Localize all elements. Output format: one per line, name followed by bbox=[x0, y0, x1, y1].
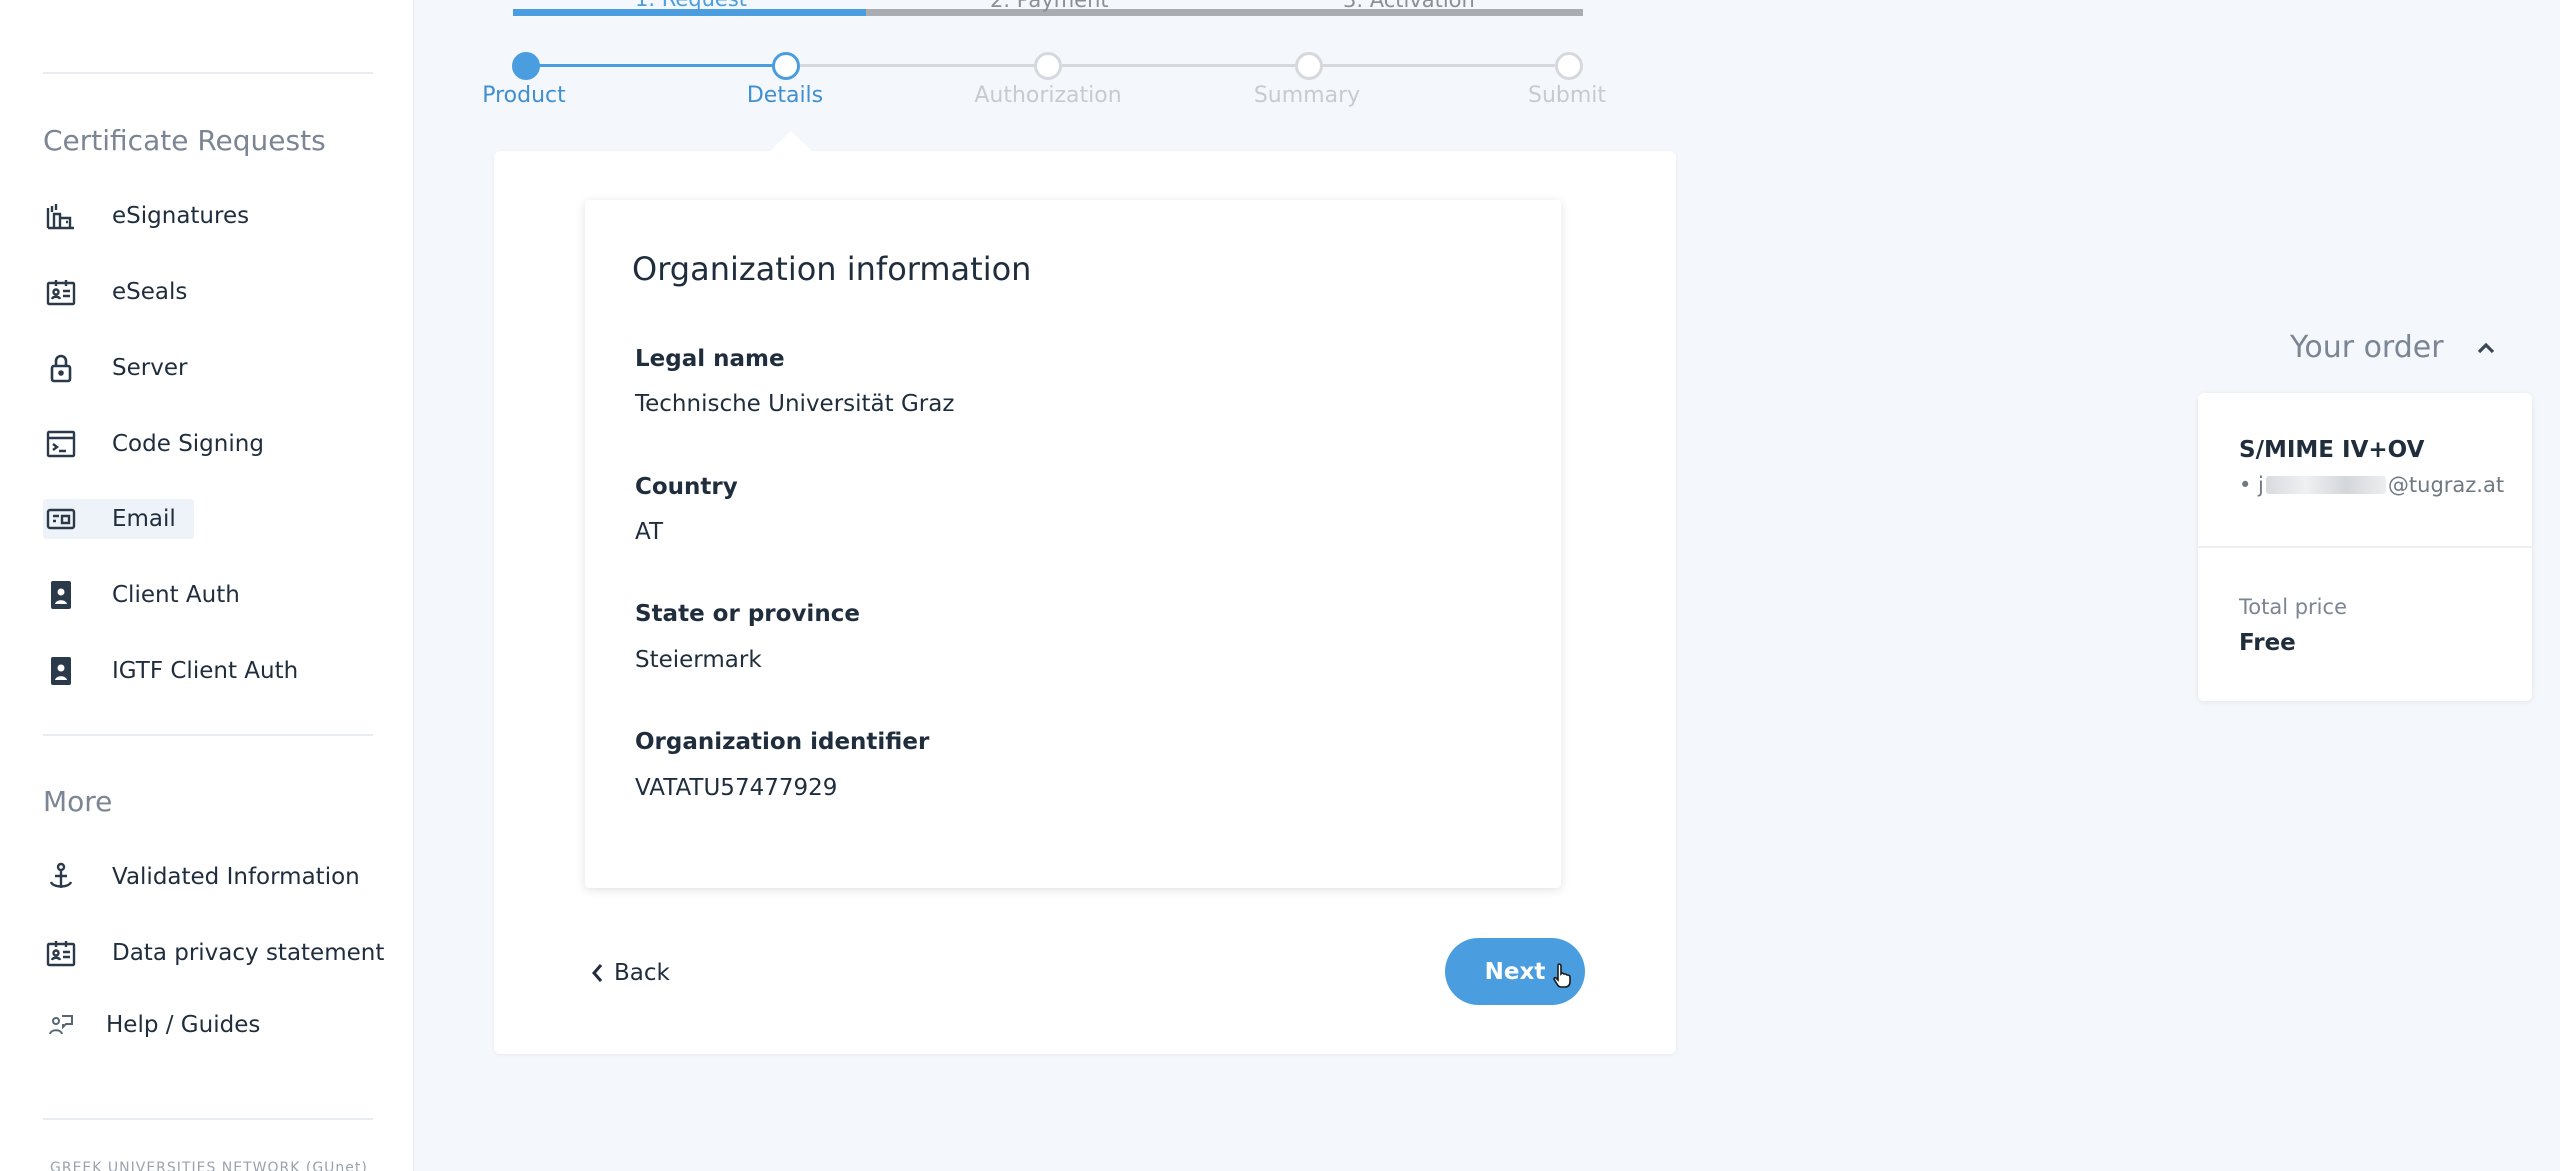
order-email-suffix: @tugraz.at bbox=[2387, 473, 2505, 497]
sidebar-item-label: Email bbox=[112, 506, 176, 532]
order-divider bbox=[2198, 546, 2532, 548]
sidebar-item-client-auth[interactable]: Client Auth bbox=[43, 575, 240, 615]
order-panel-toggle[interactable]: Your order bbox=[2290, 330, 2496, 365]
sidebar-item-label: eSeals bbox=[112, 279, 188, 305]
field-label-state: State or province bbox=[635, 601, 860, 627]
order-header-label: Your order bbox=[2290, 330, 2444, 365]
back-button[interactable]: Back bbox=[590, 955, 670, 991]
stepper-line bbox=[1062, 64, 1298, 67]
sidebar-item-label: eSignatures bbox=[112, 203, 250, 229]
step-label-authorization: Authorization bbox=[974, 83, 1122, 108]
badge-icon bbox=[43, 577, 79, 613]
section-title-more: More bbox=[43, 785, 113, 818]
sidebar-item-server[interactable]: Server bbox=[43, 348, 187, 388]
sidebar-divider bbox=[43, 734, 373, 736]
total-price-value: Free bbox=[2239, 630, 2296, 656]
id-card-icon bbox=[43, 274, 79, 310]
sidebar-item-label: Client Auth bbox=[112, 582, 240, 608]
email-card-icon bbox=[43, 501, 79, 537]
sidebar-item-data-privacy[interactable]: Data privacy statement bbox=[43, 933, 384, 973]
step-label-summary: Summary bbox=[1253, 83, 1361, 108]
step-label-submit: Submit bbox=[1527, 83, 1607, 108]
phase-label-request: 1. Request bbox=[635, 0, 747, 11]
card-pointer bbox=[769, 131, 813, 152]
step-dot-product[interactable] bbox=[512, 52, 540, 80]
redacted-text bbox=[2265, 476, 2386, 494]
field-label-country: Country bbox=[635, 474, 738, 500]
stepper-line bbox=[526, 64, 786, 67]
field-label-legal-name: Legal name bbox=[635, 346, 785, 372]
terminal-window-icon bbox=[43, 426, 79, 462]
order-product-name: S/MIME IV+OV bbox=[2239, 437, 2425, 463]
sidebar-divider bbox=[43, 1118, 373, 1120]
sidebar-divider bbox=[43, 72, 373, 74]
sidebar-item-esignatures[interactable]: eSignatures bbox=[43, 196, 249, 236]
phase-label-payment: 2. Payment bbox=[990, 0, 1109, 12]
field-value-org-identifier: VATATU57477929 bbox=[635, 775, 838, 801]
sidebar: Certificate Requests eSignatures eSeals … bbox=[0, 0, 414, 1171]
field-value-legal-name: Technische Universität Graz bbox=[635, 391, 955, 417]
id-card-icon bbox=[43, 935, 79, 971]
order-email-prefix: • j bbox=[2239, 473, 2264, 497]
field-value-state: Steiermark bbox=[635, 647, 762, 673]
sidebar-item-help-guides[interactable]: Help / Guides bbox=[43, 1005, 260, 1045]
hand-cursor-icon bbox=[1552, 962, 1574, 992]
sidebar-item-code-signing[interactable]: Code Signing bbox=[43, 424, 264, 464]
sidebar-item-igtf-client-auth[interactable]: IGTF Client Auth bbox=[43, 651, 298, 691]
lock-icon bbox=[43, 350, 79, 386]
chevron-up-icon bbox=[2476, 341, 2496, 355]
phase-label-activation: 3. Activation bbox=[1343, 0, 1475, 12]
step-dot-summary bbox=[1295, 52, 1323, 80]
back-button-label: Back bbox=[614, 960, 670, 986]
sidebar-item-label: Validated Information bbox=[112, 864, 360, 890]
sidebar-item-label: Code Signing bbox=[112, 431, 264, 457]
form-title: Organization information bbox=[632, 250, 1032, 288]
stepper-line bbox=[1322, 64, 1558, 67]
step-label-details[interactable]: Details bbox=[747, 83, 823, 108]
anchor-person-icon bbox=[43, 859, 79, 895]
step-dot-authorization bbox=[1034, 52, 1062, 80]
sidebar-item-validated-information[interactable]: Validated Information bbox=[43, 857, 360, 897]
sidebar-item-label: IGTF Client Auth bbox=[112, 658, 299, 684]
order-email: • j @tugraz.at bbox=[2239, 473, 2504, 497]
sidebar-item-eseals[interactable]: eSeals bbox=[43, 272, 187, 312]
signature-icon bbox=[43, 198, 79, 234]
next-button-label: Next bbox=[1484, 958, 1546, 985]
badge-icon bbox=[43, 653, 79, 689]
step-label-product[interactable]: Product bbox=[482, 83, 566, 108]
step-dot-details[interactable] bbox=[772, 52, 800, 80]
sidebar-item-label: Server bbox=[112, 355, 188, 381]
help-person-icon bbox=[43, 1007, 79, 1043]
sidebar-item-email[interactable]: Email bbox=[43, 499, 194, 539]
stepper-line bbox=[800, 64, 1040, 67]
chevron-left-icon bbox=[590, 962, 604, 984]
sidebar-item-label: Data privacy statement bbox=[112, 940, 385, 966]
field-label-org-identifier: Organization identifier bbox=[635, 729, 930, 755]
step-dot-submit bbox=[1555, 52, 1583, 80]
total-price-label: Total price bbox=[2239, 595, 2347, 619]
sidebar-item-label: Help / Guides bbox=[106, 1012, 261, 1038]
section-title-certificate-requests: Certificate Requests bbox=[43, 124, 326, 157]
field-value-country: AT bbox=[635, 519, 663, 545]
sidebar-footer: GREEK UNIVERSITIES NETWORK (GUnet) bbox=[50, 1160, 368, 1171]
